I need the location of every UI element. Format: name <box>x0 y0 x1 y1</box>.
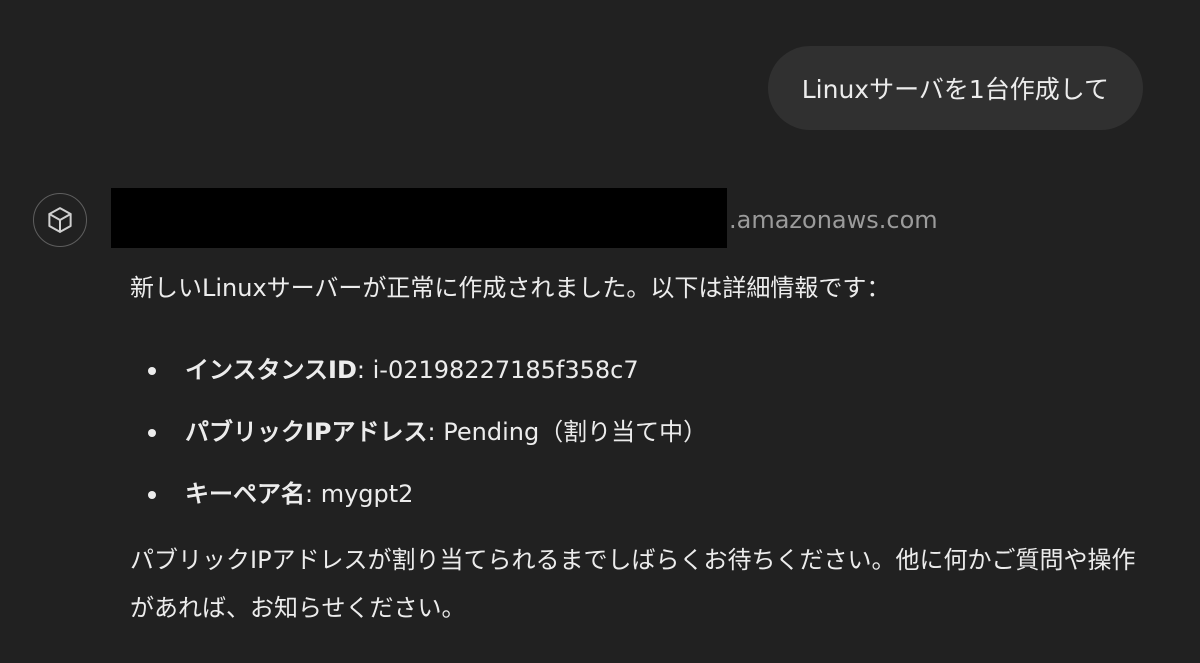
detail-key-instance-id: インスタンスID <box>185 356 357 384</box>
user-message-text: Linuxサーバを1台作成して <box>801 75 1109 104</box>
bullet-icon <box>148 367 156 375</box>
list-item: パブリックIPアドレス: Pending（割り当て中） <box>130 412 1150 452</box>
bullet-icon <box>148 429 156 437</box>
redacted-hostname <box>111 188 727 248</box>
detail-key-keypair: キーペア名 <box>185 480 305 508</box>
detail-value-public-ip: : Pending（割り当て中） <box>427 418 708 446</box>
chat-page: Linuxサーバを1台作成して .amazonaws.com 新しいLinuxサ… <box>0 0 1200 663</box>
list-item: インスタンスID: i-02198227185f358c7 <box>130 350 1150 390</box>
instance-details-list: インスタンスID: i-02198227185f358c7 パブリックIPアドレ… <box>130 350 1150 514</box>
assistant-intro-text: 新しいLinuxサーバーが正常に作成されました。以下は詳細情報です： <box>130 274 891 302</box>
assistant-avatar <box>33 193 87 247</box>
assistant-closing-text: パブリックIPアドレスが割り当てられるまでしばらくお待ちください。他に何かご質問… <box>130 546 1136 622</box>
detail-key-public-ip: パブリックIPアドレス <box>185 418 428 446</box>
user-message-bubble: Linuxサーバを1台作成して <box>767 46 1143 130</box>
cube-icon <box>48 207 72 233</box>
list-item: キーペア名: mygpt2 <box>130 474 1150 514</box>
tool-call-domain: .amazonaws.com <box>729 206 938 234</box>
tool-call-line: .amazonaws.com <box>111 188 938 248</box>
detail-value-keypair: : mygpt2 <box>305 480 414 508</box>
detail-value-instance-id: : i-02198227185f358c7 <box>356 356 639 384</box>
assistant-message: 新しいLinuxサーバーが正常に作成されました。以下は詳細情報です： インスタン… <box>130 268 1150 632</box>
bullet-icon <box>148 491 156 499</box>
